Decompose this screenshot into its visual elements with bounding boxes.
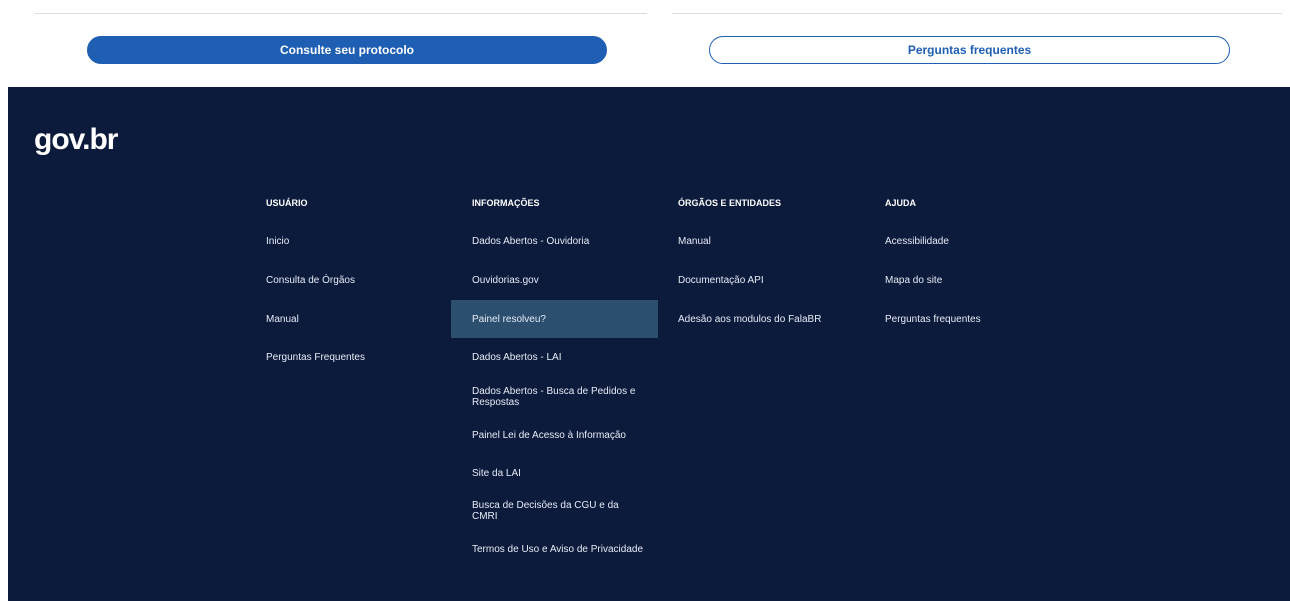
column-title: AJUDA (885, 198, 917, 208)
footer-link-perguntas-frequentes-ajuda[interactable]: Perguntas frequentes (864, 300, 1071, 338)
footer-link-manual[interactable]: Manual (245, 300, 452, 338)
column-title: USUÁRIO (266, 198, 308, 208)
footer-link-painel-resolveu[interactable]: Painel resolveu? (451, 300, 658, 338)
footer-link-ouvidorias-gov[interactable]: Ouvidorias.gov (451, 261, 658, 299)
footer-link-adesao-falabr[interactable]: Adesão aos modulos do FalaBR (657, 300, 864, 338)
footer: gov.br USUÁRIO Inicio Consulta de Órgãos… (8, 87, 1290, 601)
divider-left (35, 13, 647, 14)
divider-right (672, 13, 1282, 14)
footer-link-manual-orgaos[interactable]: Manual (657, 222, 864, 260)
footer-link-dados-abertos-ouvidoria[interactable]: Dados Abertos - Ouvidoria (451, 222, 658, 260)
footer-link-painel-lai[interactable]: Painel Lei de Acesso à Informação (451, 416, 658, 454)
column-title: ÓRGÃOS E ENTIDADES (678, 198, 782, 208)
top-actions: Consulte seu protocolo Perguntas frequen… (0, 0, 1290, 87)
footer-link-dados-abertos-lai[interactable]: Dados Abertos - LAI (451, 338, 658, 376)
footer-link-consulta-orgaos[interactable]: Consulta de Órgãos (245, 261, 452, 299)
footer-link-perguntas-frequentes[interactable]: Perguntas Frequentes (245, 338, 452, 376)
footer-link-termos-privacidade[interactable]: Termos de Uso e Aviso de Privacidade (451, 530, 658, 568)
column-title: INFORMAÇÕES (472, 198, 540, 208)
footer-link-busca-pedidos-respostas[interactable]: Dados Abertos - Busca de Pedidos e Respo… (451, 378, 658, 416)
footer-link-site-lai[interactable]: Site da LAI (451, 454, 658, 492)
footer-link-documentacao-api[interactable]: Documentação API (657, 261, 864, 299)
consult-protocol-button[interactable]: Consulte seu protocolo (87, 36, 607, 64)
footer-link-acessibilidade[interactable]: Acessibilidade (864, 222, 1071, 260)
footer-link-mapa-site[interactable]: Mapa do site (864, 261, 1071, 299)
footer-link-inicio[interactable]: Inicio (245, 222, 452, 260)
footer-link-busca-decisoes[interactable]: Busca de Decisões da CGU e da CMRI (451, 492, 658, 530)
faq-button[interactable]: Perguntas frequentes (709, 36, 1230, 64)
govbr-logo[interactable]: gov.br (34, 125, 118, 155)
page: Consulte seu protocolo Perguntas frequen… (0, 0, 1290, 601)
